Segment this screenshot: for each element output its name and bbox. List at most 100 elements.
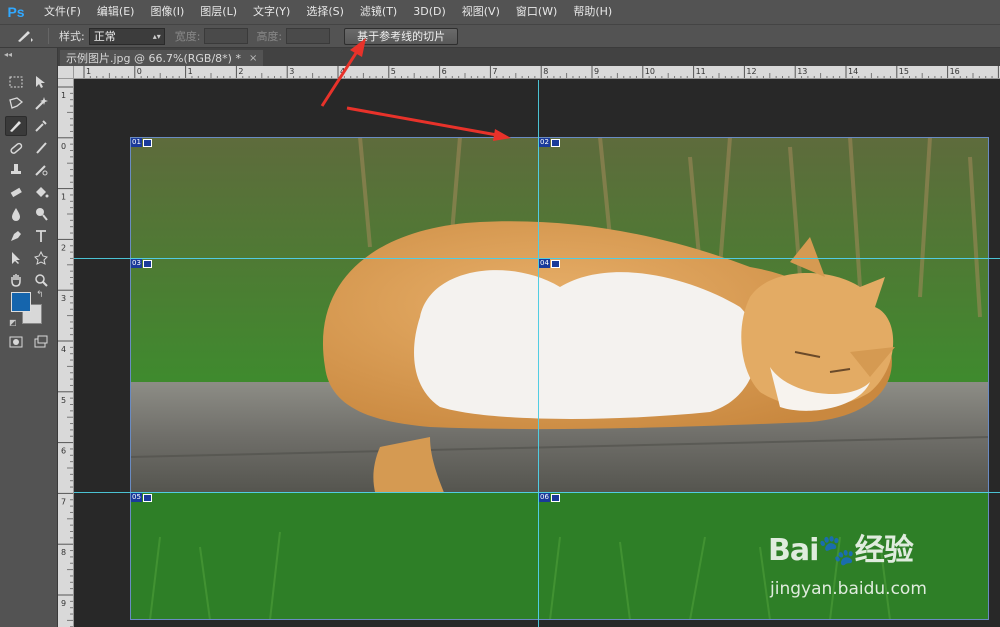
menu-bar: Ps 文件(F) 编辑(E) 图像(I) 图层(L) 文字(Y) 选择(S) 滤… bbox=[0, 0, 1000, 24]
slice-tool[interactable] bbox=[5, 116, 27, 136]
slices-from-guides-button[interactable]: 基于参考线的切片 bbox=[344, 27, 459, 45]
watermark-logo: Bai🐾经验 bbox=[768, 533, 914, 568]
document-tab[interactable]: 示例图片.jpg @ 66.7%(RGB/8*) * × bbox=[60, 50, 264, 66]
menu-window[interactable]: 窗口(W) bbox=[508, 0, 565, 24]
vertical-ruler[interactable]: 1 0 1 2 3 4 5 6 7 8 9 bbox=[58, 79, 74, 627]
quick-mask-button[interactable] bbox=[5, 332, 27, 352]
ruler-tick-label: 0 bbox=[137, 67, 142, 76]
zoom-tool[interactable] bbox=[30, 270, 52, 290]
width-field[interactable] bbox=[204, 28, 249, 44]
height-field[interactable] bbox=[286, 28, 331, 44]
menu-type[interactable]: 文字(Y) bbox=[245, 0, 298, 24]
eraser-tool[interactable] bbox=[5, 182, 27, 202]
custom-shape-tool[interactable] bbox=[30, 248, 52, 268]
horizontal-guide-top[interactable] bbox=[74, 258, 1000, 259]
image-slice-icon bbox=[550, 493, 560, 502]
horizontal-guide-bottom[interactable] bbox=[74, 492, 1000, 493]
move-tool[interactable] bbox=[30, 72, 52, 92]
horizontal-ruler[interactable]: 10123456789101112131415161718 bbox=[74, 66, 1000, 79]
history-brush-tool[interactable] bbox=[30, 160, 52, 180]
clone-stamp-tool[interactable] bbox=[5, 160, 27, 180]
ruler-tick-label: 4 bbox=[340, 67, 345, 76]
ruler-tick-label: 4 bbox=[61, 345, 66, 354]
slice-knife-icon bbox=[10, 121, 21, 132]
default-colors-icon[interactable]: ◩ bbox=[9, 318, 17, 327]
dodge-tool[interactable] bbox=[30, 204, 52, 224]
menu-layer[interactable]: 图层(L) bbox=[192, 0, 245, 24]
style-select[interactable]: 正常 ▴▾ bbox=[88, 27, 165, 45]
pen-icon bbox=[11, 231, 21, 241]
photoshop-logo: Ps bbox=[7, 4, 25, 20]
slice-region-03[interactable] bbox=[130, 258, 539, 493]
menu-edit[interactable]: 编辑(E) bbox=[89, 0, 143, 24]
ruler-tick-label: 1 bbox=[61, 193, 66, 202]
menu-image[interactable]: 图像(I) bbox=[142, 0, 192, 24]
slice-region-02[interactable] bbox=[538, 137, 989, 259]
ruler-tick-label: 13 bbox=[797, 67, 807, 76]
lasso-icon bbox=[9, 97, 24, 109]
band-aid-icon bbox=[10, 142, 23, 154]
type-tool[interactable] bbox=[30, 226, 52, 246]
hand-tool[interactable] bbox=[5, 270, 27, 290]
path-selection-tool[interactable] bbox=[5, 248, 27, 268]
magic-wand-tool[interactable] bbox=[30, 94, 52, 114]
move-icon bbox=[36, 76, 45, 88]
tools-panel: ◂◂ ↰ ◩ bbox=[0, 48, 58, 627]
eyedropper-tool[interactable] bbox=[30, 116, 52, 136]
slice-number: 01 bbox=[131, 138, 142, 147]
brush-tool[interactable] bbox=[30, 138, 52, 158]
healing-brush-tool[interactable] bbox=[5, 138, 27, 158]
slice-region-05[interactable] bbox=[130, 492, 539, 620]
slice-badge-01: 01 bbox=[131, 138, 152, 147]
ruler-tick-label: 6 bbox=[442, 67, 447, 76]
ruler-tick-label: 3 bbox=[61, 294, 66, 303]
foreground-color-swatch[interactable] bbox=[11, 292, 31, 312]
ruler-tick-label: 8 bbox=[543, 67, 548, 76]
ruler-tick-label: 6 bbox=[61, 447, 66, 456]
hand-icon bbox=[11, 274, 21, 287]
slice-tool-preset-icon[interactable] bbox=[8, 26, 42, 46]
document-title: 示例图片.jpg @ 66.7%(RGB/8*) * bbox=[66, 52, 241, 65]
menu-filter[interactable]: 滤镜(T) bbox=[352, 0, 405, 24]
menu-3d[interactable]: 3D(D) bbox=[405, 0, 454, 24]
slice-region-04[interactable] bbox=[538, 258, 989, 493]
panel-collapse-icon[interactable]: ◂◂ bbox=[4, 50, 12, 59]
ruler-tick-label: 3 bbox=[289, 67, 294, 76]
baidu-jingyan-watermark: Bai🐾经验 jingyan.baidu.com bbox=[768, 525, 993, 620]
menu-view[interactable]: 视图(V) bbox=[454, 0, 508, 24]
slice-badge-05: 05 bbox=[131, 493, 152, 502]
close-icon[interactable]: × bbox=[249, 53, 257, 64]
blur-tool[interactable] bbox=[5, 204, 27, 224]
slice-region-01[interactable] bbox=[130, 137, 539, 259]
lasso-tool[interactable] bbox=[5, 94, 27, 114]
height-label: 高度: bbox=[256, 30, 283, 43]
ruler-tick-label: 5 bbox=[61, 396, 66, 405]
ruler-tick-label: 0 bbox=[61, 142, 66, 151]
swap-colors-icon[interactable]: ↰ bbox=[36, 290, 44, 300]
options-bar: 样式: 正常 ▴▾ 宽度: 高度: 基于参考线的切片 bbox=[0, 24, 1000, 48]
ruler-tick-label: 11 bbox=[696, 67, 706, 76]
slice-tool-icon bbox=[18, 31, 33, 42]
paint-bucket-tool[interactable] bbox=[30, 182, 52, 202]
history-brush-icon bbox=[35, 165, 48, 176]
ruler-tick-label: 2 bbox=[61, 243, 66, 252]
menu-select[interactable]: 选择(S) bbox=[298, 0, 352, 24]
marquee-tool[interactable] bbox=[5, 72, 27, 92]
slice-number: 03 bbox=[131, 259, 142, 268]
menu-help[interactable]: 帮助(H) bbox=[565, 0, 620, 24]
ruler-tick-label: 2 bbox=[238, 67, 243, 76]
chevron-updown-icon: ▴▾ bbox=[152, 31, 161, 41]
screen-mode-icon bbox=[34, 335, 48, 348]
document-tab-bar: 示例图片.jpg @ 66.7%(RGB/8*) * × bbox=[58, 48, 1000, 66]
pen-tool[interactable] bbox=[5, 226, 27, 246]
ruler-tick-label: 16 bbox=[950, 67, 960, 76]
vertical-guide[interactable] bbox=[538, 80, 539, 627]
ruler-tick-label: 7 bbox=[492, 67, 497, 76]
ruler-tick-label: 5 bbox=[391, 67, 396, 76]
ruler-tick-label: 14 bbox=[848, 67, 858, 76]
screen-mode-button[interactable] bbox=[30, 332, 52, 352]
arrow-pointer-icon bbox=[12, 252, 20, 264]
ruler-origin[interactable] bbox=[58, 66, 74, 79]
menu-file[interactable]: 文件(F) bbox=[36, 0, 89, 24]
slice-badge-02: 02 bbox=[539, 138, 560, 147]
